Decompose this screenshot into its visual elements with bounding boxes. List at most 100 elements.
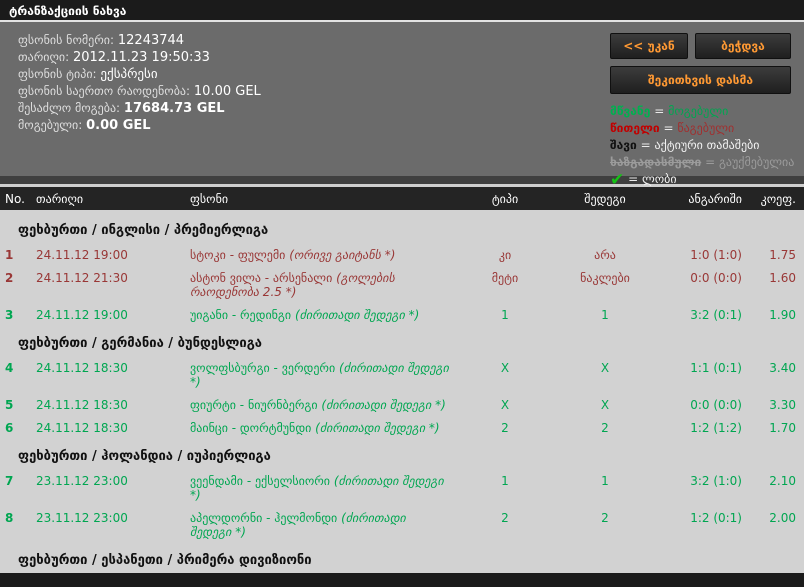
- section-title: ფეხბურთი / ინგლისი / პრემიერლიგა: [18, 223, 269, 238]
- cell-no: 7: [5, 474, 14, 488]
- cell-coef: 2.10: [769, 474, 796, 488]
- cell-type: X: [500, 398, 510, 412]
- info-label: ფსონის ნომერი:: [18, 33, 115, 47]
- market-name: (ძირითადი შედეგი *): [321, 398, 446, 412]
- cell-no: 1: [5, 248, 14, 262]
- col-header-bet: ფსონი: [190, 191, 229, 206]
- cell-bet: ფიურტი - ნიურნბერგი (ძირითადი შედეგი *): [150, 398, 460, 412]
- cell-coef: 3.40: [769, 361, 796, 375]
- equals-sign: =: [628, 172, 639, 186]
- info-value: 0.00 GEL: [86, 118, 151, 133]
- legend-term: ხაზგადასმული: [610, 155, 702, 169]
- cell-result: 1: [601, 474, 609, 488]
- cell-bet: ასტონ ვილა - არსენალი (გოლების რაოდენობა…: [150, 271, 460, 299]
- info-label: ფსონის ტიპი:: [18, 67, 97, 81]
- table-row: 3 24.11.12 19:00 უიგანი - რედინგი (ძირითად…: [0, 304, 804, 327]
- market-name: (ორივე გაიტანს *): [289, 248, 396, 262]
- table-body: ფეხბურთი / ინგლისი / პრემიერლიგა 1 24.11.1…: [0, 210, 804, 573]
- info-label: თარიღი:: [18, 50, 70, 64]
- page-title: ტრანზაქციის ნახვა: [0, 0, 804, 22]
- transaction-view-page: ტრანზაქციის ნახვა ფსონის ნომერი: 1224374…: [0, 0, 804, 587]
- cell-date: 24.11.12 21:30: [36, 271, 128, 285]
- legend-term: წითელი: [610, 121, 660, 135]
- match-name: ასტონ ვილა - არსენალი: [190, 271, 337, 285]
- info-value: 2012.11.23 19:50:33: [72, 50, 210, 65]
- cell-coef: 3.30: [769, 398, 796, 412]
- table-row: 8 23.11.12 23:00 აპელდორნი - ჰელმონდი (ძირ…: [0, 507, 804, 544]
- table-row: 5 24.11.12 18:30 ფიურტი - ნიურნბერგი (ძირი…: [0, 394, 804, 417]
- info-label: შესაძლო მოგება:: [18, 101, 121, 115]
- cell-score: 1:2 (0:1): [690, 511, 742, 525]
- cell-result: არა: [594, 248, 616, 262]
- cell-no: 2: [5, 271, 14, 285]
- cell-no: 8: [5, 511, 14, 525]
- print-button[interactable]: ბეჭდვა: [695, 33, 791, 59]
- col-header-date: თარიღი: [36, 191, 84, 206]
- cell-score: 3:2 (1:0): [690, 474, 742, 488]
- match-name: ვოლფსბურგი - ვერდერი: [190, 361, 339, 375]
- cell-result: ნაკლები: [580, 271, 630, 285]
- table-row: 1 24.11.12 19:00 სტოკი - ფულემი (ორივე გაი…: [0, 244, 804, 267]
- cell-result: 1: [601, 308, 609, 322]
- cell-type: X: [500, 361, 510, 375]
- col-header-type: ტიპი: [491, 191, 519, 206]
- match-name: აპელდორნი - ჰელმონდი: [190, 511, 342, 525]
- info-label: ფსონის საერთო რაოდენობა:: [18, 84, 191, 98]
- info-value: 17684.73 GEL: [123, 101, 225, 116]
- col-header-coef: კოეფ.: [760, 191, 796, 206]
- info-value: 12243744: [117, 33, 185, 48]
- cell-coef: 1.75: [769, 248, 796, 262]
- col-header-no: No.: [5, 191, 25, 206]
- legend-term: შავი: [610, 138, 637, 152]
- legend-term: მწვანე: [610, 104, 651, 118]
- cell-type: 2: [501, 511, 509, 525]
- info-value: 10.00 GEL: [193, 84, 261, 99]
- button-row: << უკან ბეჭდვა: [610, 33, 791, 59]
- col-header-score: ანგარიში: [688, 191, 742, 206]
- market-name: (ძირითადი შედეგი *): [315, 421, 440, 435]
- cell-score: 0:0 (0:0): [690, 271, 742, 285]
- section-title: ფეხბურთი / ესპანეთი / პრიმერა დივიზიონი: [18, 553, 312, 568]
- cell-date: 24.11.12 18:30: [36, 421, 128, 435]
- cell-bet: მაინცი - დორტმუნდი (ძირითადი შედეგი *): [150, 421, 460, 435]
- table-header: No. თარიღი ფსონი ტიპი შედეგი ანგარიში კო…: [0, 187, 804, 210]
- cell-bet: ვეენდამი - ექსელსიორი (ძირითადი შედეგი *…: [150, 474, 460, 502]
- equals-sign: =: [640, 138, 651, 152]
- cell-result: X: [600, 361, 610, 375]
- cell-score: 1:0 (1:0): [690, 248, 742, 262]
- cell-type: 1: [501, 308, 509, 322]
- cell-coef: 1.90: [769, 308, 796, 322]
- cell-no: 6: [5, 421, 14, 435]
- cell-score: 1:1 (0:1): [690, 361, 742, 375]
- cell-date: 24.11.12 19:00: [36, 248, 128, 262]
- cell-result: 2: [601, 511, 609, 525]
- cell-date: 23.11.12 23:00: [36, 474, 128, 488]
- cell-bet: აპელდორნი - ჰელმონდი (ძირითადი შედეგი *): [150, 511, 460, 539]
- legend-item-black: შავი = აქტიური თამაშები: [610, 137, 791, 154]
- actions-block: << უკან ბეჭდვა შეკითხვის დასმა მწვანე = …: [610, 33, 794, 189]
- info-label: მოგებული:: [18, 118, 83, 132]
- cell-bet: სტოკი - ფულემი (ორივე გაიტანს *): [150, 248, 460, 262]
- match-name: მაინცი - დორტმუნდი: [190, 421, 316, 435]
- cell-type: მეტი: [491, 271, 519, 285]
- bet-info-panel: ფსონის ნომერი: 12243744 თარიღი: 2012.11.…: [0, 22, 804, 189]
- cell-no: 5: [5, 398, 14, 412]
- ask-question-button[interactable]: შეკითხვის დასმა: [610, 66, 791, 94]
- cell-coef: 2.00: [769, 511, 796, 525]
- match-name: ფიურტი - ნიურნბერგი: [190, 398, 322, 412]
- cell-coef: 1.60: [769, 271, 796, 285]
- legend-desc: ლობი: [641, 172, 677, 186]
- back-button[interactable]: << უკან: [610, 33, 688, 59]
- cell-result: X: [600, 398, 610, 412]
- cell-date: 24.11.12 19:00: [36, 308, 128, 322]
- match-name: უიგანი - რედინგი: [190, 308, 295, 322]
- cell-bet: უიგანი - რედინგი (ძირითადი შედეგი *): [150, 308, 460, 322]
- table-row: 4 24.11.12 18:30 ვოლფსბურგი - ვერდერი (ძირ…: [0, 357, 804, 394]
- legend-item-check: ✔ = ლობი: [610, 171, 791, 189]
- market-name: (ძირითადი შედეგი *): [294, 308, 420, 322]
- cell-score: 3:2 (0:1): [690, 308, 742, 322]
- cell-no: 3: [5, 308, 14, 322]
- col-header-result: შედეგი: [584, 191, 626, 206]
- section-title: ფეხბურთი / ჰოლანდია / იუპიერლიგა: [18, 449, 271, 464]
- table-row: 6 24.11.12 18:30 მაინცი - დორტმუნდი (ძირით…: [0, 417, 804, 440]
